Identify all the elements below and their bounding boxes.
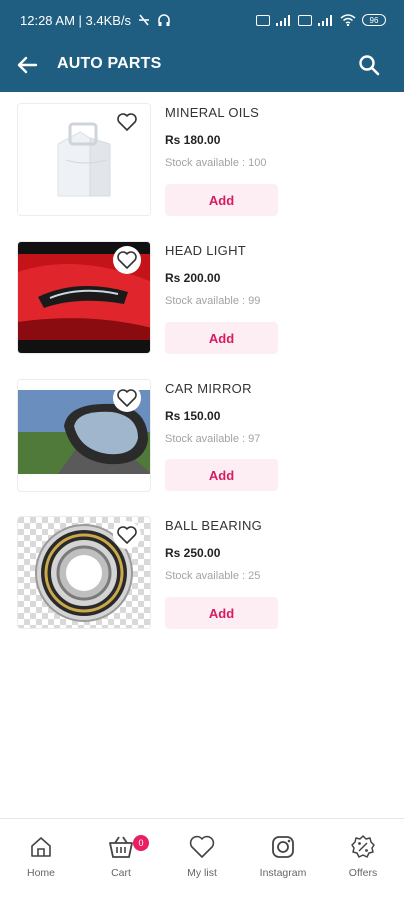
heart-icon bbox=[117, 113, 137, 131]
signal-icon bbox=[318, 14, 334, 26]
add-button[interactable]: Add bbox=[165, 597, 278, 629]
status-time: 12:28 AM | 3.4KB/s bbox=[20, 12, 132, 28]
favorite-button[interactable] bbox=[113, 108, 141, 136]
product-name: HEAD LIGHT bbox=[165, 243, 247, 258]
page-title: AUTO PARTS bbox=[57, 55, 162, 72]
product-name: MINERAL OILS bbox=[165, 105, 260, 120]
toolbar: AUTO PARTS bbox=[0, 40, 404, 92]
stock-text: Stock available : 100 bbox=[165, 157, 267, 169]
cart-badge: 0 bbox=[133, 835, 149, 851]
product-name: BALL BEARING bbox=[165, 518, 263, 533]
app-bar: 12:28 AM | 3.4KB/s 96 AUTO PARTS bbox=[0, 0, 404, 92]
nav-item-cart[interactable]: 0 Cart bbox=[81, 819, 161, 901]
product-name: CAR MIRROR bbox=[165, 381, 252, 396]
instagram-icon bbox=[272, 836, 294, 858]
offers-icon bbox=[351, 835, 375, 858]
nav-label: Home bbox=[26, 867, 55, 879]
wifi-icon bbox=[340, 14, 356, 26]
volte-icon bbox=[298, 14, 312, 26]
add-button[interactable]: Add bbox=[165, 459, 278, 491]
signal-icon bbox=[276, 14, 292, 26]
status-bar: 12:28 AM | 3.4KB/s 96 bbox=[0, 0, 404, 40]
stock-text: Stock available : 97 bbox=[165, 433, 261, 445]
favorite-button[interactable] bbox=[113, 246, 141, 274]
headphones-icon bbox=[158, 14, 170, 26]
nav-item-offers[interactable]: Offers bbox=[323, 819, 403, 901]
stock-text: Stock available : 25 bbox=[165, 570, 261, 582]
product-price: Rs 180.00 bbox=[165, 133, 221, 147]
vibrate-icon bbox=[139, 14, 150, 26]
nav-label: Cart bbox=[111, 867, 131, 879]
nav-item-my-list[interactable]: My list bbox=[162, 819, 242, 901]
cart-icon bbox=[109, 836, 133, 858]
volte-icon bbox=[256, 14, 270, 26]
heart-icon bbox=[189, 835, 215, 858]
nav-label: My list bbox=[187, 867, 217, 879]
nav-item-home[interactable]: Home bbox=[1, 819, 81, 901]
heart-icon bbox=[117, 389, 137, 407]
nav-label: Instagram bbox=[259, 867, 307, 879]
add-button[interactable]: Add bbox=[165, 184, 278, 216]
nav-item-instagram[interactable]: Instagram bbox=[243, 819, 323, 901]
favorite-button[interactable] bbox=[113, 521, 141, 549]
add-button[interactable]: Add bbox=[165, 322, 278, 354]
search-icon[interactable] bbox=[356, 52, 382, 78]
bottom-nav: Home 0 Cart My list Instagram Offers bbox=[0, 818, 404, 900]
product-price: Rs 250.00 bbox=[165, 546, 221, 560]
favorite-button[interactable] bbox=[113, 384, 141, 412]
arrow-left-icon[interactable] bbox=[14, 52, 40, 78]
battery-icon: 96 bbox=[362, 14, 386, 26]
product-price: Rs 200.00 bbox=[165, 271, 221, 285]
product-price: Rs 150.00 bbox=[165, 409, 221, 423]
heart-icon bbox=[117, 251, 137, 269]
nav-label: Offers bbox=[348, 867, 378, 879]
stock-text: Stock available : 99 bbox=[165, 295, 261, 307]
heart-icon bbox=[117, 526, 137, 544]
home-icon bbox=[31, 837, 51, 857]
